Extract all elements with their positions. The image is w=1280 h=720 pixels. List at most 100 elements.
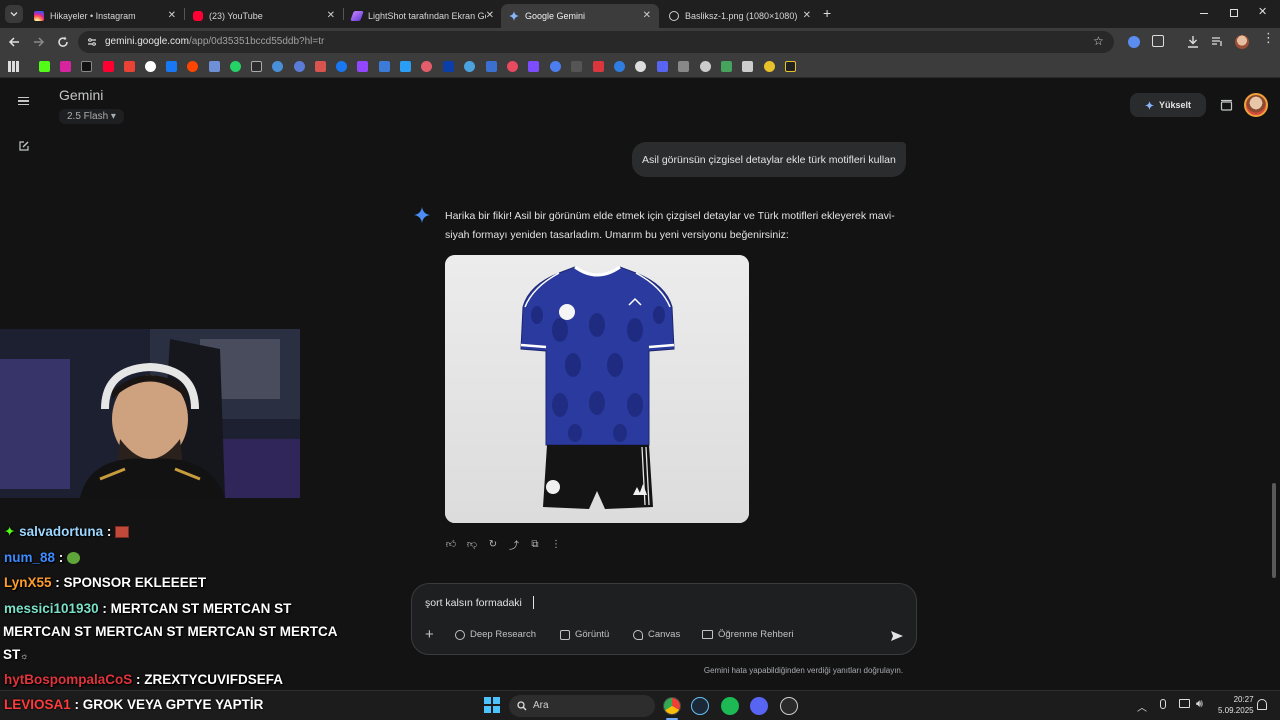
thumbs-down-icon[interactable]: 👎︎ <box>466 538 478 550</box>
bookmark-icon[interactable] <box>421 61 432 72</box>
bookmark-icon[interactable] <box>251 61 262 72</box>
restore-button[interactable] <box>1230 9 1238 17</box>
kick-icon[interactable] <box>39 61 50 72</box>
address-bar[interactable]: gemini.google.com/app/0d35351bccd55ddb?h… <box>78 31 1114 53</box>
close-window-button[interactable]: ✕ <box>1258 5 1267 18</box>
forward-arrow-icon[interactable] <box>33 36 45 48</box>
menu-kebab-icon[interactable]: ⋮ <box>1262 31 1275 44</box>
gmail-icon[interactable] <box>124 61 135 72</box>
facebook-icon[interactable] <box>336 61 347 72</box>
prompt-input[interactable]: şort kalsın formadaki <box>425 597 522 609</box>
bookmark-icon[interactable] <box>764 61 775 72</box>
close-icon[interactable]: ✕ <box>803 10 811 21</box>
whatsapp-icon[interactable] <box>230 61 241 72</box>
reload-icon[interactable] <box>57 36 69 48</box>
new-tab-button[interactable]: + <box>823 6 831 20</box>
bookmark-icon[interactable] <box>209 61 220 72</box>
bookmark-icon[interactable] <box>166 61 177 72</box>
model-selector[interactable]: 2.5 Flash ▾ <box>59 109 124 124</box>
youtube-icon[interactable] <box>103 61 114 72</box>
bookmark-icon[interactable] <box>571 61 582 72</box>
minimize-button[interactable] <box>1200 13 1208 14</box>
main-menu-icon[interactable] <box>18 97 29 105</box>
bookmark-icon[interactable] <box>443 61 454 72</box>
bookmark-star-icon[interactable]: ☆ <box>1093 34 1104 48</box>
volume-icon[interactable]: 🔊︎ <box>1196 698 1203 711</box>
extension-icon[interactable] <box>1128 36 1140 48</box>
temporary-chat-icon[interactable] <box>1220 98 1233 111</box>
new-chat-icon[interactable] <box>18 140 30 152</box>
twitch-icon[interactable] <box>357 61 368 72</box>
tab-instagram[interactable]: Hikayeler • Instagram ✕ <box>26 4 184 28</box>
close-icon[interactable]: ✕ <box>643 10 651 21</box>
bookmark-icon[interactable] <box>742 61 753 72</box>
tool-image[interactable]: Görüntü <box>560 629 609 640</box>
bookmark-icon[interactable] <box>294 61 305 72</box>
bookmark-icon[interactable] <box>507 61 518 72</box>
instagram-icon[interactable] <box>60 61 71 72</box>
notification-bell-icon[interactable] <box>1257 699 1267 710</box>
bookmark-icon[interactable] <box>315 61 326 72</box>
profile-avatar[interactable] <box>1235 35 1249 49</box>
bookmark-icon[interactable] <box>614 61 625 72</box>
bookmark-icon[interactable] <box>657 61 668 72</box>
app-icon[interactable] <box>780 697 798 715</box>
chrome-icon[interactable] <box>663 697 681 715</box>
prompt-composer[interactable]: şort kalsın formadaki + Deep Research Gö… <box>411 583 917 655</box>
bookmark-icon[interactable] <box>379 61 390 72</box>
more-options-icon[interactable]: ⋮ <box>550 538 562 550</box>
close-icon[interactable]: ✕ <box>485 10 494 21</box>
upgrade-button[interactable]: Yükselt <box>1130 93 1206 117</box>
bookmark-icon[interactable] <box>486 61 497 72</box>
bookmark-icon[interactable] <box>700 61 711 72</box>
bookmark-icon[interactable] <box>678 61 689 72</box>
x-icon[interactable] <box>81 61 92 72</box>
tool-learning-guide[interactable]: Öğrenme Rehberi <box>702 629 794 640</box>
send-button[interactable] <box>885 624 909 648</box>
tool-canvas[interactable]: Canvas <box>633 629 680 640</box>
bookmark-icon[interactable] <box>635 61 646 72</box>
generated-image[interactable] <box>445 255 749 523</box>
copy-icon[interactable]: ⧉ <box>529 538 541 550</box>
puzzle-icon[interactable] <box>1152 35 1164 47</box>
bookmark-icon[interactable] <box>187 61 198 72</box>
system-clock[interactable]: 20:27 5.09.2025 <box>1218 694 1254 716</box>
site-info-icon[interactable] <box>87 37 97 47</box>
discord-icon[interactable] <box>750 697 768 715</box>
bookmark-icon[interactable] <box>550 61 561 72</box>
bookmark-icon[interactable] <box>272 61 283 72</box>
tab-image[interactable]: Basliksz-1.png (1080×1080) ✕ <box>661 4 819 28</box>
network-icon[interactable] <box>1179 699 1190 708</box>
spotify-icon[interactable] <box>721 697 739 715</box>
tray-chevron-icon[interactable]: ︿ <box>1137 699 1147 714</box>
close-icon[interactable]: ✕ <box>327 10 335 21</box>
tab-lightshot[interactable]: LightShot tarafından Ekran Gö ✕ <box>344 4 502 28</box>
tab-search-button[interactable] <box>5 5 23 23</box>
google-icon[interactable] <box>145 61 156 72</box>
bookmark-icon[interactable] <box>785 61 796 72</box>
download-icon[interactable] <box>1187 35 1199 48</box>
tab-youtube[interactable]: (23) YouTube ✕ <box>185 4 343 28</box>
close-icon[interactable]: ✕ <box>168 10 176 21</box>
tool-deep-research[interactable]: Deep Research <box>455 629 536 640</box>
bookmark-icon[interactable] <box>400 61 411 72</box>
bookmark-icon[interactable] <box>464 61 475 72</box>
add-file-icon[interactable]: + <box>425 627 434 642</box>
bookmark-icon[interactable] <box>721 61 732 72</box>
windows-start-icon[interactable] <box>484 697 500 713</box>
apps-grid-icon[interactable] <box>8 61 19 72</box>
tab-gemini[interactable]: Google Gemini ✕ <box>501 4 659 28</box>
regenerate-icon[interactable]: ↻ <box>487 538 499 550</box>
back-arrow-icon[interactable] <box>8 36 20 48</box>
taskbar-search[interactable]: Ara <box>509 695 655 717</box>
account-avatar[interactable] <box>1244 93 1268 117</box>
thumbs-up-icon[interactable]: 👍︎ <box>445 538 457 550</box>
bookmark-icon[interactable] <box>593 61 604 72</box>
microphone-icon[interactable] <box>1160 699 1166 709</box>
media-controls-icon[interactable] <box>1211 36 1223 47</box>
steam-icon[interactable] <box>691 697 709 715</box>
scrollbar-thumb[interactable] <box>1272 483 1276 578</box>
share-icon[interactable]: ⤴ <box>508 538 520 552</box>
chat-message: messici101930 : MERTCAN ST MERTCAN ST <box>4 601 292 616</box>
bookmark-icon[interactable] <box>528 61 539 72</box>
